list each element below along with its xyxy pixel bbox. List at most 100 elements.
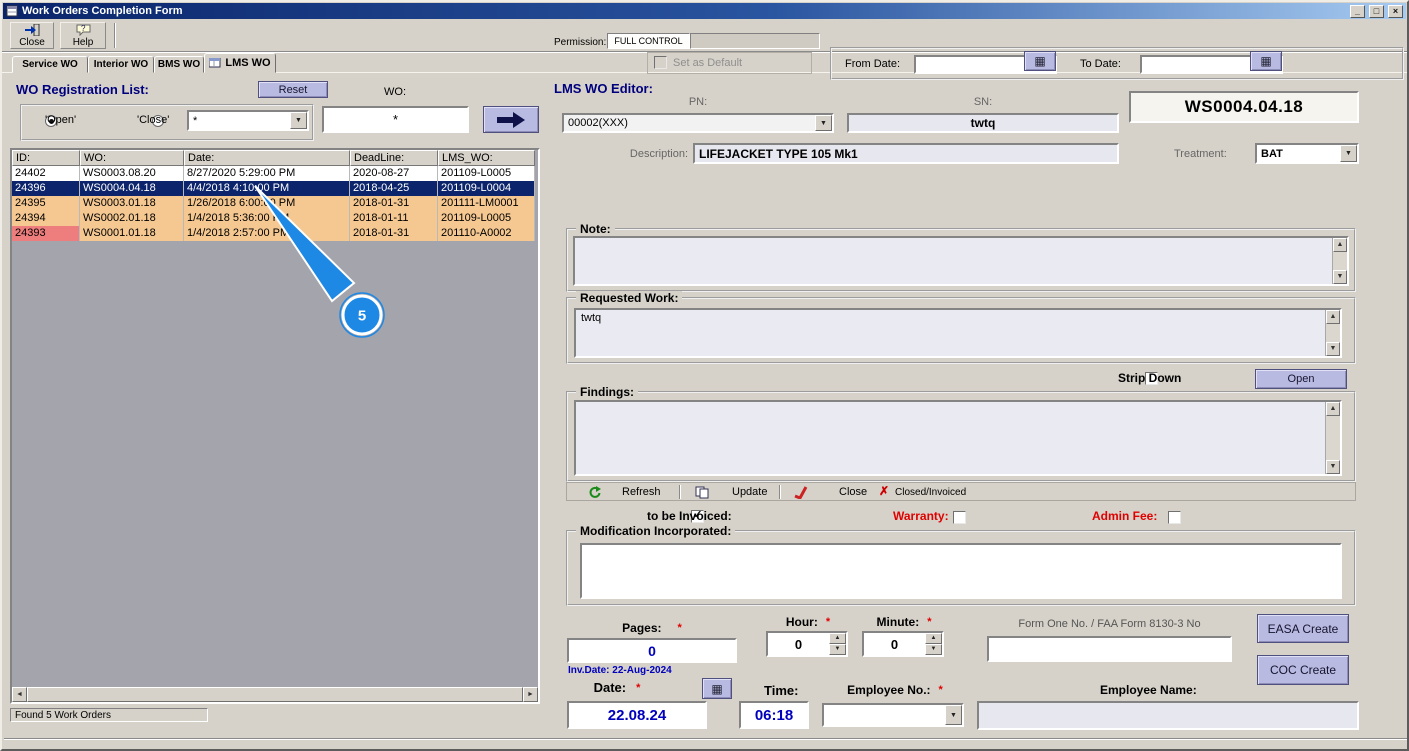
warranty-checkbox[interactable] (953, 511, 967, 524)
help-button[interactable]: ? Help (60, 22, 106, 49)
go-search-button[interactable] (483, 106, 539, 133)
radio-open-label: 'Open' (45, 114, 77, 126)
wo-list-box: ID: WO: Date: DeadLine: LMS_WO: 24402 WS… (10, 148, 540, 704)
wo-filter-dropdown[interactable]: * ▼ (187, 110, 309, 131)
scroll-up-icon[interactable]: ▲ (1326, 310, 1340, 324)
pages-field[interactable]: 0 (567, 638, 737, 663)
modification-textarea[interactable] (580, 543, 1342, 599)
admin-fee-checkbox[interactable] (1168, 511, 1182, 524)
refresh-button[interactable]: Refresh (622, 486, 661, 498)
employee-no-dropdown[interactable]: ▼ (822, 703, 964, 727)
open-button[interactable]: Open (1255, 369, 1347, 389)
employee-no-label-row: Employee No.: * (830, 683, 960, 697)
close-wo-button[interactable]: Close (839, 486, 867, 498)
chevron-down-icon[interactable]: ▼ (1340, 145, 1357, 162)
set-default-checkbox[interactable] (654, 56, 667, 69)
note-textarea[interactable]: ▲ ▼ (573, 236, 1349, 286)
spin-up-icon[interactable]: ▲ (829, 633, 846, 644)
minute-label-row: Minute: * (854, 615, 954, 629)
chevron-down-icon[interactable]: ▼ (290, 112, 307, 129)
col-header-date[interactable]: Date: (184, 150, 350, 166)
tab-service-wo[interactable]: Service WO (12, 56, 88, 73)
pn-dropdown[interactable]: 00002(XXX) ▼ (562, 113, 834, 133)
requested-work-scrollbar[interactable]: ▲ ▼ (1325, 310, 1340, 356)
form-one-input[interactable] (987, 636, 1232, 662)
employee-no-label: Employee No.: (847, 683, 931, 697)
wo-search-input[interactable]: * (322, 106, 469, 133)
close-button[interactable]: Close (10, 22, 54, 49)
hour-stepper[interactable]: 0 ▲ ▼ (766, 631, 848, 657)
date-calendar-button[interactable]: ▦ (702, 678, 732, 699)
spin-down-icon[interactable]: ▼ (925, 644, 942, 655)
horizontal-scrollbar[interactable]: ◄ ► (12, 687, 538, 702)
treatment-label: Treatment: (1174, 148, 1227, 160)
chevron-down-icon[interactable]: ▼ (815, 115, 832, 131)
scroll-left-icon[interactable]: ◄ (12, 687, 27, 702)
table-row-selected[interactable]: 24396 WS0004.04.18 4/4/2018 4:10:00 PM 2… (12, 181, 535, 196)
tab-lms-wo[interactable]: LMS WO (204, 53, 276, 73)
coc-create-button[interactable]: COC Create (1257, 655, 1349, 685)
treatment-dropdown[interactable]: BAT ▼ (1255, 143, 1359, 164)
close-window-button[interactable]: × (1388, 4, 1403, 18)
required-asterisk: * (636, 681, 641, 694)
note-scrollbar[interactable]: ▲ ▼ (1332, 238, 1347, 284)
table-row[interactable]: 24395 WS0003.01.18 1/26/2018 6:00:00 PM … (12, 196, 535, 211)
tab-bms-wo[interactable]: BMS WO (154, 56, 204, 73)
note-label: Note: (576, 222, 615, 236)
employee-name-field[interactable] (977, 701, 1359, 730)
pn-label: PN: (688, 96, 708, 108)
scroll-down-icon[interactable]: ▼ (1326, 342, 1340, 356)
spin-down-icon[interactable]: ▼ (829, 644, 846, 655)
table-row[interactable]: 24393 WS0001.01.18 1/4/2018 2:57:00 PM 2… (12, 226, 535, 241)
minimize-button[interactable]: _ (1350, 4, 1365, 18)
sn-field[interactable]: twtq (847, 113, 1119, 133)
date-field[interactable]: 22.08.24 (567, 701, 707, 729)
tab-interior-wo-label: Interior WO (93, 59, 149, 70)
requested-work-textarea[interactable]: twtq ▲ ▼ (574, 308, 1342, 358)
findings-scrollbar[interactable]: ▲ ▼ (1325, 402, 1340, 474)
chevron-down-icon[interactable]: ▼ (945, 705, 962, 725)
date-label: Date: (593, 680, 627, 695)
from-date-calendar-button[interactable]: ▦ (1024, 51, 1056, 71)
maximize-button[interactable]: □ (1369, 4, 1384, 18)
employee-name-label: Employee Name: (1100, 683, 1197, 697)
spin-up-icon[interactable]: ▲ (925, 633, 942, 644)
tab-lms-wo-label: LMS WO (225, 57, 271, 69)
cell-deadline: 2018-01-31 (350, 226, 438, 241)
exit-door-icon (25, 23, 40, 36)
table-row[interactable]: 24394 WS0002.01.18 1/4/2018 5:36:00 PM 2… (12, 211, 535, 226)
col-header-lms-wo[interactable]: LMS_WO: (438, 150, 535, 166)
col-header-wo[interactable]: WO: (80, 150, 184, 166)
cell-lms-wo: 201111-LM0001 (438, 196, 535, 211)
reset-button[interactable]: Reset (258, 81, 328, 98)
col-header-id[interactable]: ID: (12, 150, 80, 166)
close-pen-icon[interactable] (793, 485, 808, 499)
x-mark-icon[interactable]: ✗ (879, 484, 889, 498)
table-row[interactable]: 24402 WS0003.08.20 8/27/2020 5:29:00 PM … (12, 166, 535, 181)
close-button-label: Close (19, 36, 45, 48)
scroll-down-icon[interactable]: ▼ (1326, 460, 1340, 474)
required-asterisk: * (825, 616, 831, 628)
scroll-up-icon[interactable]: ▲ (1333, 238, 1347, 252)
findings-textarea[interactable]: ▲ ▼ (574, 400, 1342, 476)
tab-interior-wo[interactable]: Interior WO (88, 56, 154, 73)
refresh-icon[interactable] (587, 485, 601, 499)
cell-lms-wo: 201109-L0005 (438, 166, 535, 181)
col-header-deadline[interactable]: DeadLine: (350, 150, 438, 166)
scroll-up-icon[interactable]: ▲ (1326, 402, 1340, 416)
cell-date: 8/27/2020 5:29:00 PM (184, 166, 350, 181)
wo-number-display: WS0004.04.18 (1129, 91, 1359, 123)
closed-invoiced-button[interactable]: Closed/Invoiced (895, 487, 966, 498)
update-copy-icon[interactable] (695, 486, 709, 499)
title-bar[interactable]: Work Orders Completion Form _ □ × (3, 3, 1406, 19)
scroll-right-icon[interactable]: ► (523, 687, 538, 702)
minute-stepper[interactable]: 0 ▲ ▼ (862, 631, 944, 657)
time-field[interactable]: 06:18 (739, 701, 809, 729)
scroll-down-icon[interactable]: ▼ (1333, 270, 1347, 284)
calendar-icon: ▦ (1034, 54, 1046, 68)
description-field[interactable]: LIFEJACKET TYPE 105 Mk1 (693, 143, 1119, 164)
to-date-calendar-button[interactable]: ▦ (1250, 51, 1282, 71)
scrollbar-thumb[interactable] (27, 687, 523, 702)
update-button[interactable]: Update (732, 486, 767, 498)
easa-create-button[interactable]: EASA Create (1257, 614, 1349, 643)
